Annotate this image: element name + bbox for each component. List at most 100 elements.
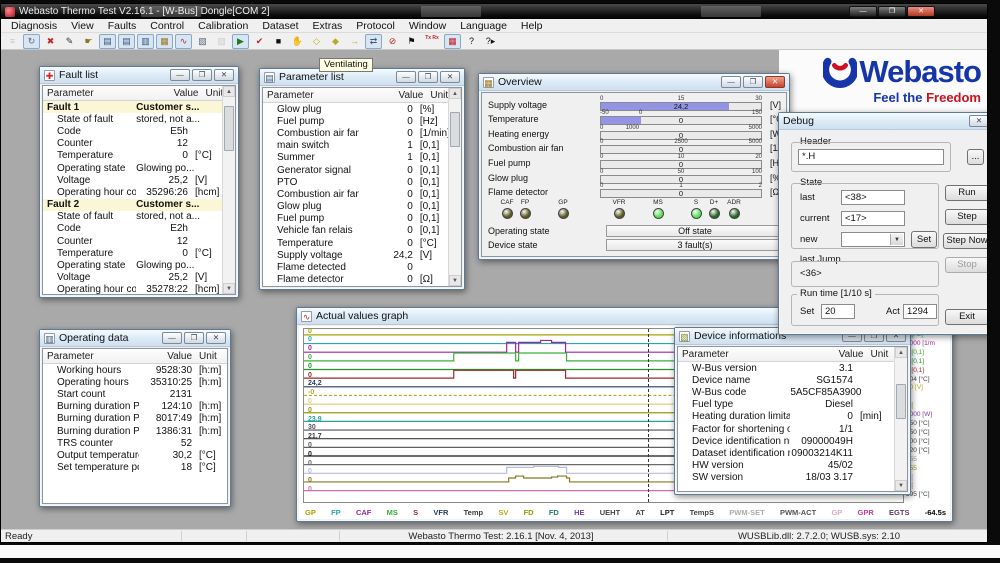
column-header[interactable]: Unit (192, 351, 227, 362)
debug-rt-set-input[interactable]: 20 (821, 304, 855, 319)
table-row[interactable]: TRS counter52 (43, 437, 227, 449)
table-row[interactable]: Glow plug0[%] (263, 103, 448, 115)
table-row[interactable]: Device nameSG1574 (678, 374, 894, 386)
table-row[interactable]: Factor for shortening of ve...1/1 (678, 423, 894, 435)
debug-titlebar[interactable]: Debug ✕ (779, 113, 987, 130)
parameter-list-close-button[interactable]: ✕ (440, 71, 460, 83)
extra-window-icon[interactable]: ▨ (213, 34, 230, 49)
txrx-icon[interactable]: Tx Rx (422, 34, 442, 49)
legend-gp[interactable]: GP (305, 508, 316, 517)
overview-minimize-button[interactable]: — (721, 76, 741, 88)
scroll-up-icon[interactable]: ▲ (223, 86, 235, 97)
menu-control[interactable]: Control (144, 20, 190, 32)
table-row[interactable]: Temperature0[°C] (263, 237, 448, 249)
debug-close-button[interactable]: ✕ (969, 115, 987, 127)
table-row[interactable]: Supply voltage24,2[V] (263, 249, 448, 261)
table-row[interactable]: Fault 2Customer s... (43, 199, 222, 211)
column-header[interactable]: Value (143, 88, 199, 99)
table-row[interactable]: Combustion air fan0[0,1] (263, 188, 448, 200)
debug-grid-icon[interactable]: ▦ (444, 34, 461, 49)
graph-time-cursor[interactable] (648, 329, 649, 502)
debug-new-dropdown[interactable]: ▼ (841, 232, 905, 247)
legend-s[interactable]: S (413, 508, 418, 517)
table-row[interactable]: Operating hour counter35278:22[hcm] (43, 284, 222, 294)
table-row[interactable]: Operating hours35310:25[h:m] (43, 376, 227, 388)
start-diagnosis-icon[interactable]: ▶ (232, 34, 249, 49)
legend-temp[interactable]: Temp (464, 508, 483, 517)
column-header[interactable]: Parameter (43, 351, 139, 362)
scroll-up-icon[interactable]: ▲ (895, 347, 907, 358)
scrollbar-thumb[interactable] (896, 384, 906, 419)
overview-maximize-button[interactable]: ❐ (743, 76, 763, 88)
table-header[interactable]: ParameterValueUnit (678, 347, 907, 362)
fault-list-window-icon[interactable]: ▤ (99, 34, 116, 49)
legend-fd[interactable]: FD (524, 508, 534, 517)
menu-help[interactable]: Help (515, 20, 549, 32)
table-row[interactable]: Operating hour counter35296:26[hcm] (43, 186, 222, 198)
legend-temps[interactable]: TempS (690, 508, 714, 517)
menu-extras[interactable]: Extras (307, 20, 349, 32)
table-row[interactable]: Start count2131 (43, 388, 227, 400)
table-row[interactable]: Working hours9528:30[h:m] (43, 364, 227, 376)
fault-list-close-button[interactable]: ✕ (214, 69, 234, 81)
table-row[interactable]: Counter12 (43, 138, 222, 150)
scroll-down-icon[interactable]: ▼ (223, 283, 235, 294)
operating-data-maximize-button[interactable]: ❐ (184, 332, 204, 344)
legend-fd[interactable]: FD (549, 508, 559, 517)
table-row[interactable]: W-Bus version3.1 (678, 362, 894, 374)
table-row[interactable]: Operating stateGlowing po... (43, 162, 222, 174)
vertical-scrollbar[interactable]: ▲▼ (222, 86, 235, 294)
column-header[interactable]: Value (139, 351, 192, 362)
fault-list-maximize-button[interactable]: ❐ (192, 69, 212, 81)
table-row[interactable]: Flame detected0 (263, 261, 448, 273)
table-row[interactable]: Fuel pump0[0,1] (263, 213, 448, 225)
close-button[interactable]: ✕ (907, 6, 935, 17)
column-header[interactable]: Parameter (43, 88, 143, 99)
table-row[interactable]: Voltage25,2[V] (43, 174, 222, 186)
menu-window[interactable]: Window (403, 20, 452, 32)
table-row[interactable]: Voltage25,2[V] (43, 272, 222, 284)
table-header[interactable]: ParameterValueUnit (43, 86, 235, 101)
legend-pwm-act[interactable]: PWM-ACT (780, 508, 816, 517)
table-row[interactable]: main switch1[0,1] (263, 140, 448, 152)
legend-gpr[interactable]: GPR (858, 508, 874, 517)
fault-list-titlebar[interactable]: ✚ Fault list — ❐ ✕ (40, 67, 238, 84)
operating-data-close-button[interactable]: ✕ (206, 332, 226, 344)
menu-language[interactable]: Language (454, 20, 513, 32)
check-icon[interactable]: ✔ (251, 34, 268, 49)
arrow-out-icon[interactable]: ◇ (308, 34, 325, 49)
table-row[interactable]: Fault 1Customer s... (43, 101, 222, 113)
table-row[interactable]: State of faultstored, not a... (43, 211, 222, 223)
table-row[interactable]: Burning duration PH 1...124:10[h:m] (43, 401, 227, 413)
dropdown-arrow-icon[interactable]: ▼ (890, 234, 903, 245)
legend-vfr[interactable]: VFR (433, 508, 448, 517)
table-row[interactable]: Flame detector0[Ω] (263, 274, 448, 286)
debug-set-button[interactable]: Set (911, 231, 937, 248)
scrollbar-thumb[interactable] (224, 106, 234, 151)
table-row[interactable]: Burning duration PH 3...8017:49[h:m] (43, 413, 227, 425)
legend-sv[interactable]: SV (498, 508, 508, 517)
minimize-button[interactable]: — (849, 6, 877, 17)
table-row[interactable]: CodeE5h (43, 125, 222, 137)
stop-box-icon[interactable]: ■ (270, 34, 287, 49)
no-entry-icon[interactable]: ⊘ (384, 34, 401, 49)
table-row[interactable]: Fuel pump0[Hz] (263, 115, 448, 127)
legend-caf[interactable]: CAF (356, 508, 371, 517)
arrow-step-icon[interactable]: → (346, 34, 363, 49)
menu-calibration[interactable]: Calibration (192, 20, 254, 32)
exchange-icon[interactable]: ⇄ (365, 34, 382, 49)
debug-header-input[interactable]: *.H (798, 149, 944, 165)
legend-at[interactable]: AT (635, 508, 644, 517)
settings-hand-icon[interactable]: ☛ (80, 34, 97, 49)
overview-close-button[interactable]: ✕ (765, 76, 785, 88)
table-row[interactable]: Glow plug0[0,1] (263, 201, 448, 213)
column-header[interactable]: Parameter (263, 90, 366, 101)
fault-list-minimize-button[interactable]: — (170, 69, 190, 81)
table-row[interactable]: Vehicle fan relais0[0,1] (263, 225, 448, 237)
menu-dataset[interactable]: Dataset (256, 20, 304, 32)
column-header[interactable]: Value (366, 90, 423, 101)
scroll-up-icon[interactable]: ▲ (449, 88, 461, 99)
debug-run-button[interactable]: Run (945, 185, 987, 201)
arrow-send-icon[interactable]: ◆ (327, 34, 344, 49)
table-row[interactable]: Operating stateGlowing po... (43, 259, 222, 271)
